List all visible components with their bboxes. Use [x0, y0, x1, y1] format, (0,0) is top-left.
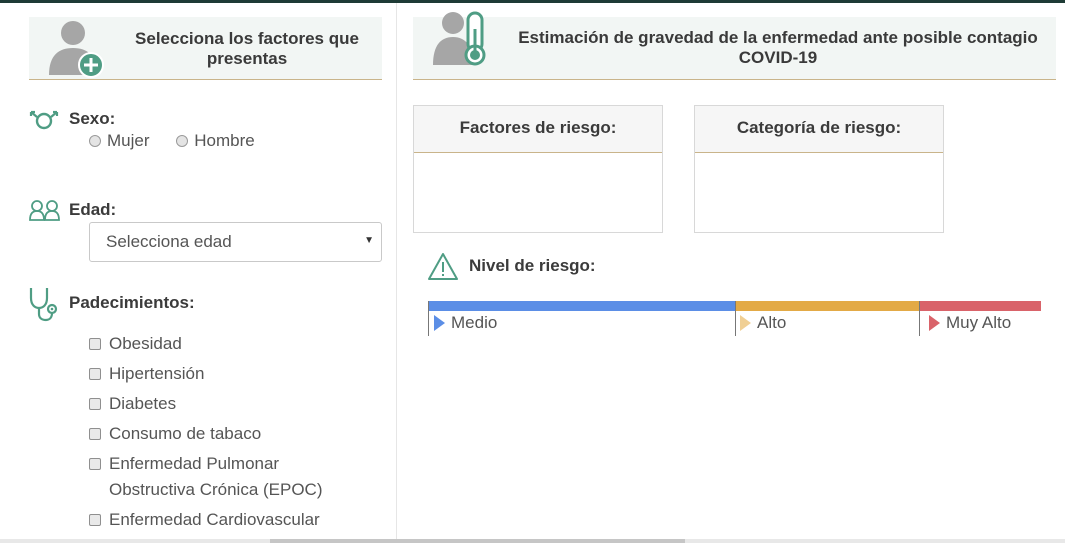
person-add-icon [49, 21, 104, 78]
checkbox-label: Obesidad [109, 334, 182, 353]
warning-icon [428, 253, 458, 280]
checkbox-label: Enfermedad Cardiovascular [109, 510, 320, 529]
risk-tick-muy-alto [919, 301, 920, 336]
horizontal-scrollbar[interactable] [0, 539, 1065, 543]
radio-hombre[interactable]: Hombre [176, 131, 255, 151]
person-thermometer-icon [433, 11, 486, 66]
risk-label-text: Alto [757, 313, 787, 332]
checkbox-tabaco[interactable]: Consumo de tabaco [89, 421, 369, 447]
estimation-title: Estimación de gravedad de la enfermedad … [518, 28, 1038, 67]
checkbox-label: Diabetes [109, 394, 177, 413]
checkbox-box[interactable] [89, 458, 101, 470]
checkbox-obesidad[interactable]: Obesidad [89, 331, 369, 357]
checkbox-hipertension[interactable]: Hipertensión [89, 361, 369, 387]
checkbox-diabetes[interactable]: Diabetes [89, 391, 369, 417]
checkbox-box[interactable] [89, 398, 101, 410]
risk-label-medio: Medio [434, 313, 497, 333]
checkbox-cardiovascular[interactable]: Enfermedad Cardiovascular [89, 507, 369, 533]
edad-select[interactable]: Selecciona edad ▼ [89, 222, 382, 262]
categoria-body [695, 153, 943, 233]
padecimientos-label: Padecimientos: [69, 293, 195, 312]
checkbox-label: Hipertensión [109, 364, 205, 383]
play-arrow-icon [434, 315, 445, 331]
sexo-options: Mujer Hombre [89, 131, 277, 152]
risk-label-muy-alto: Muy Alto [929, 313, 1011, 333]
estimation-header: Estimación de gravedad de la enfermedad … [413, 11, 1056, 80]
nivel-label: Nivel de riesgo: [469, 256, 596, 275]
padecimientos-list: Obesidad Hipertensión Diabetes Consumo d… [89, 331, 369, 537]
radio-hombre-dot[interactable] [176, 135, 189, 147]
risk-tick-medio [428, 301, 429, 336]
risk-label-text: Muy Alto [946, 313, 1012, 332]
radio-mujer[interactable]: Mujer [89, 131, 150, 151]
factores-card: Factores de riesgo: [413, 105, 663, 233]
checkbox-box[interactable] [89, 514, 101, 526]
risk-bar-muy-alto [919, 301, 1041, 311]
categoria-title: Categoría de riesgo: [695, 106, 943, 153]
checkbox-label: Enfermedad Pulmonar Obstructiva Crónica … [109, 454, 323, 499]
radio-mujer-label: Mujer [107, 131, 150, 150]
stethoscope-icon [29, 288, 58, 322]
checkbox-box[interactable] [89, 338, 101, 350]
play-arrow-icon [929, 315, 940, 331]
risk-bar-medio [428, 301, 735, 311]
risk-bar-alto [735, 301, 919, 311]
factors-title: Selecciona los factores que presentas [135, 29, 359, 68]
gender-icon [29, 110, 59, 130]
checkbox-box[interactable] [89, 368, 101, 380]
risk-label-alto: Alto [740, 313, 786, 333]
edad-label: Edad: [69, 200, 117, 219]
factores-body [414, 153, 662, 233]
play-arrow-icon [740, 315, 751, 331]
radio-mujer-dot[interactable] [89, 135, 101, 147]
risk-label-text: Medio [451, 313, 498, 332]
sexo-label: Sexo: [69, 109, 116, 128]
categoria-card: Categoría de riesgo: [694, 105, 944, 233]
scrollbar-thumb[interactable] [270, 539, 685, 543]
checkbox-box[interactable] [89, 428, 101, 440]
chevron-down-icon: ▼ [364, 235, 374, 246]
checkbox-label: Consumo de tabaco [109, 424, 262, 443]
factors-header: Selecciona los factores que presentas [29, 17, 382, 80]
edad-select-value: Selecciona edad [106, 232, 232, 251]
factors-panel: Selecciona los factores que presentas Se… [0, 3, 397, 543]
factores-title: Factores de riesgo: [414, 106, 662, 153]
radio-hombre-label: Hombre [194, 131, 255, 150]
people-icon [29, 200, 60, 221]
checkbox-epoc[interactable]: Enfermedad Pulmonar Obstructiva Crónica … [89, 451, 369, 503]
risk-tick-alto [735, 301, 736, 336]
